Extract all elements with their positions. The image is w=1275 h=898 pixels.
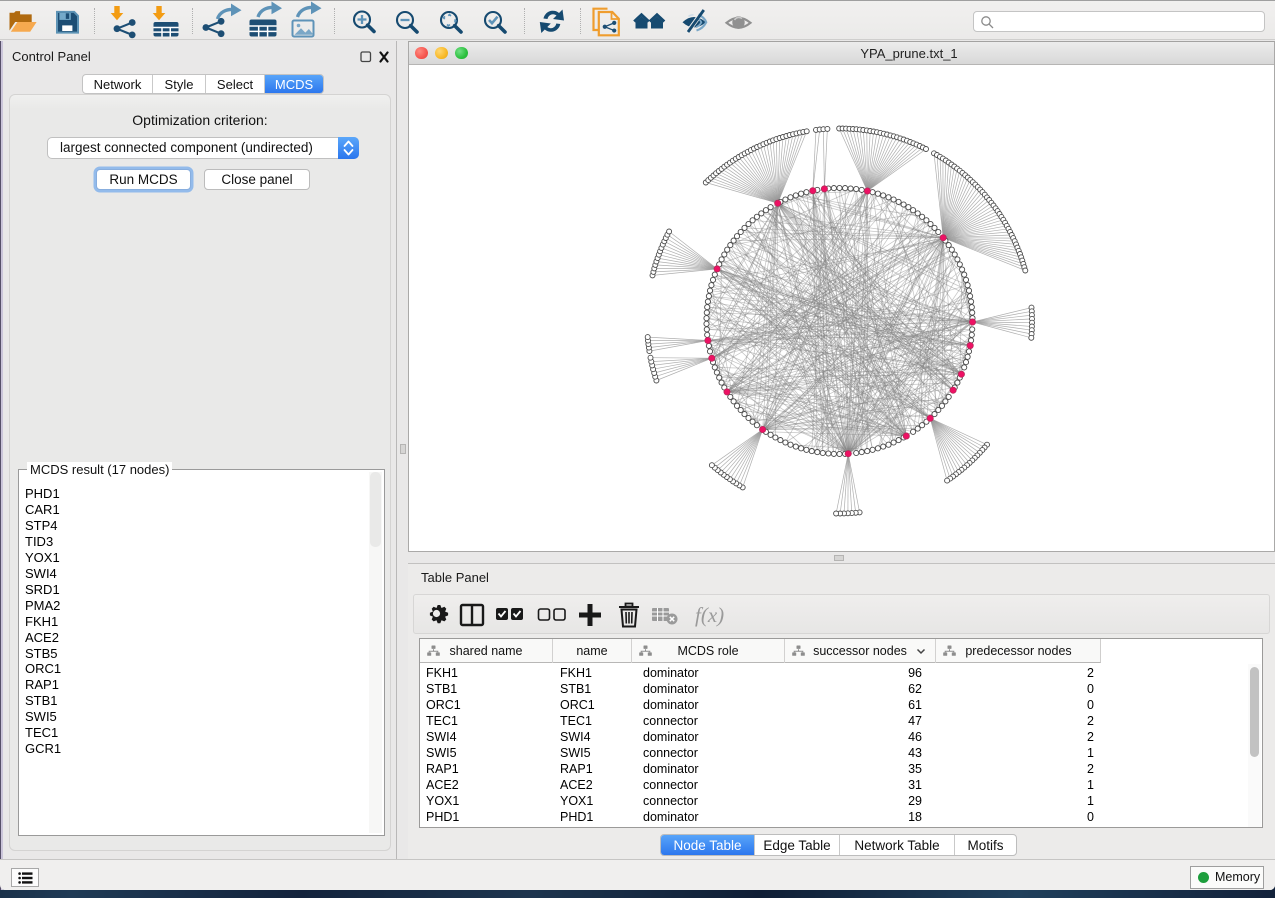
svg-text:f(x): f(x)	[695, 603, 724, 627]
